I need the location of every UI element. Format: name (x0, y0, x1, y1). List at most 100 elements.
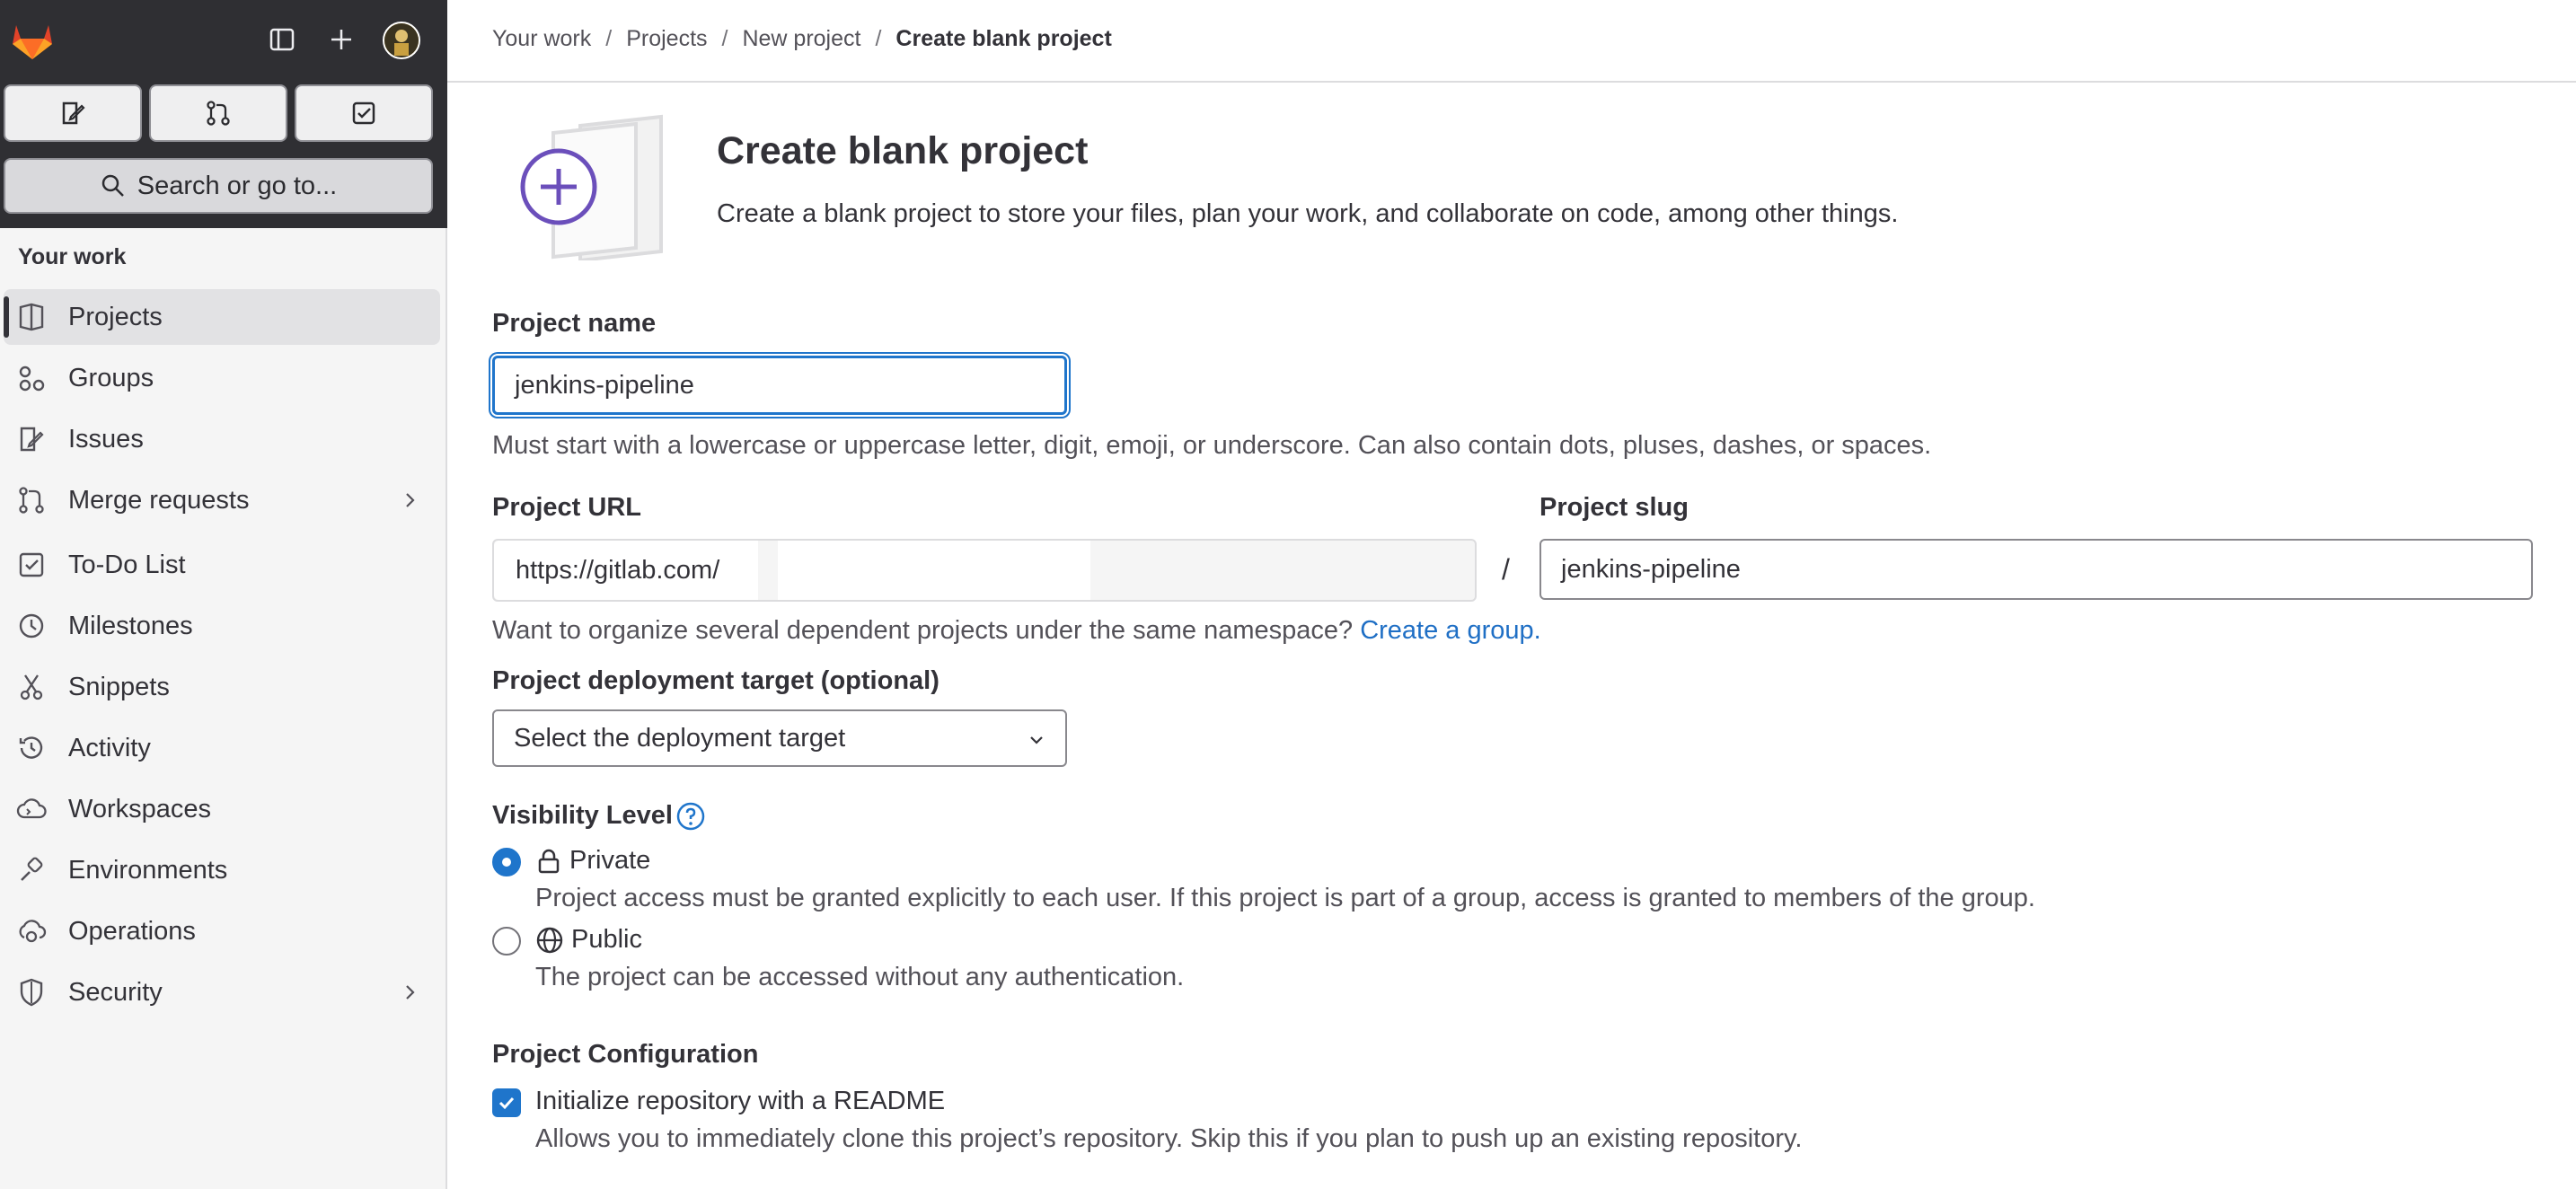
visibility-private-description: Project access must be granted explicitl… (535, 884, 2035, 912)
blank-project-illustration-icon (520, 114, 663, 260)
breadcrumb-separator: / (605, 26, 613, 51)
sidebar-item-label: Snippets (68, 672, 170, 701)
merge-request-icon (19, 487, 44, 514)
project-slug-input[interactable]: jenkins-pipeline (1539, 539, 2533, 600)
avatar-image-icon (384, 23, 419, 57)
todo-done-icon (19, 552, 44, 577)
initialize-readme-label[interactable]: Initialize repository with a README (535, 1087, 945, 1116)
breadcrumb-create-blank-project[interactable]: Create blank project (895, 26, 1111, 52)
sidebar-item-milestones[interactable]: Milestones (4, 598, 440, 654)
sidebar-item-security[interactable]: Security (4, 964, 440, 1020)
sidebar-item-operations[interactable]: Operations (4, 903, 440, 959)
search-button[interactable]: Search or go to... (4, 158, 433, 214)
initialize-readme-description: Allows you to immediately clone this pro… (535, 1124, 1803, 1153)
gitlab-logo-icon[interactable] (7, 14, 57, 65)
scissors-icon (20, 674, 43, 700)
sidebar: Search or go to... Your work Projects Gr… (0, 0, 447, 1189)
chevron-right-icon (406, 493, 415, 507)
cloud-terminal-icon (16, 798, 47, 819)
chevron-right-icon (406, 985, 415, 1000)
visibility-private-radio[interactable] (492, 848, 521, 876)
sidebar-item-label: Merge requests (68, 485, 250, 515)
breadcrumb-projects[interactable]: Projects (626, 26, 707, 52)
project-url-label: Project URL (492, 493, 641, 522)
sidebar-item-label: Operations (68, 916, 196, 946)
visibility-private-label: Private (569, 846, 651, 875)
group-icon (19, 366, 45, 392)
project-slug-label: Project slug (1539, 493, 1689, 522)
page-description: Create a blank project to store your fil… (717, 199, 1899, 228)
project-icon (19, 303, 44, 331)
clock-icon (19, 613, 44, 639)
section-label-your-work: Your work (18, 244, 127, 269)
search-icon (101, 174, 124, 197)
sidebar-item-label: Groups (68, 363, 154, 392)
sidebar-item-workspaces[interactable]: Workspaces (4, 781, 440, 837)
breadcrumb: Your work / Projects / New project / Cre… (492, 26, 1112, 52)
earth-icon (536, 927, 563, 953)
create-new-button[interactable] (320, 18, 363, 61)
todo-shortcut-button[interactable] (295, 84, 433, 142)
create-group-link[interactable]: Create a group. (1360, 616, 1541, 645)
sidebar-item-label: Projects (68, 302, 163, 331)
sidebar-item-label: Activity (68, 733, 151, 762)
breadcrumb-separator: / (721, 26, 728, 51)
toggle-sidebar-button[interactable] (260, 18, 304, 61)
project-name-label: Project name (492, 309, 657, 338)
sidebar-item-label: Environments (68, 855, 228, 885)
sidebar-item-label: To-Do List (68, 550, 186, 579)
visibility-public-label: Public (571, 925, 642, 954)
sidebar-item-label: Milestones (68, 611, 193, 640)
sidebar-item-label: Issues (68, 424, 144, 454)
deployment-target-label: Project deployment target (optional) (492, 666, 940, 695)
sidebar-item-merge-requests[interactable]: Merge requests (4, 472, 440, 528)
namespace-selector[interactable] (778, 541, 1090, 600)
lock-icon (538, 849, 560, 873)
sidebar-header: Search or go to... (0, 0, 447, 228)
sidebar-item-projects[interactable]: Projects (4, 289, 440, 345)
deployment-target-value: Select the deployment target (514, 723, 846, 753)
issues-shortcut-button[interactable] (4, 84, 142, 142)
environment-icon (21, 857, 43, 881)
sidebar-item-label: Workspaces (68, 794, 212, 823)
namespace-help: Want to organize several dependent proje… (492, 616, 1541, 646)
breadcrumb-your-work[interactable]: Your work (492, 26, 591, 52)
user-avatar[interactable] (383, 22, 420, 59)
deployments-icon (19, 920, 47, 943)
top-bar: Your work / Projects / New project / Cre… (447, 0, 2576, 83)
visibility-public-radio[interactable] (492, 927, 521, 956)
deployment-target-select[interactable]: Select the deployment target (492, 709, 1067, 767)
page-title: Create blank project (717, 129, 1089, 172)
visibility-level-label: Visibility Level (492, 801, 673, 830)
visibility-public-description: The project can be accessed without any … (535, 963, 1185, 991)
project-name-help: Must start with a lowercase or uppercase… (492, 431, 1932, 460)
project-name-input[interactable]: jenkins-pipeline (492, 356, 1067, 415)
merge-request-icon (207, 101, 230, 126)
initialize-readme-checkbox[interactable] (492, 1088, 521, 1117)
sidebar-item-groups[interactable]: Groups (4, 350, 440, 406)
search-label: Search or go to... (137, 171, 338, 200)
sidebar-item-snippets[interactable]: Snippets (4, 659, 440, 715)
checkmark-icon (498, 1097, 515, 1110)
sidebar-item-environments[interactable]: Environments (4, 842, 440, 898)
namespace-help-text: Want to organize several dependent proje… (492, 616, 1354, 645)
breadcrumb-new-project[interactable]: New project (742, 26, 860, 52)
url-slash: / (1502, 553, 1510, 586)
project-url-prefix: https://gitlab.com/ (494, 541, 758, 600)
sidebar-item-label: Security (68, 977, 163, 1007)
merge-requests-shortcut-button[interactable] (149, 84, 287, 142)
breadcrumb-separator: / (875, 26, 882, 51)
plus-icon (331, 30, 351, 49)
sidebar-item-activity[interactable]: Activity (4, 720, 440, 776)
issues-icon (20, 427, 44, 452)
todo-done-icon (352, 101, 375, 125)
sidebar-toggle-icon (269, 28, 295, 51)
history-icon (19, 736, 43, 759)
question-icon[interactable] (675, 801, 706, 832)
visibility-private-option[interactable]: Private (535, 846, 650, 876)
sidebar-item-issues[interactable]: Issues (4, 411, 440, 467)
sidebar-item-todo-list[interactable]: To-Do List (4, 537, 440, 593)
shield-icon (20, 978, 43, 1007)
visibility-public-option[interactable]: Public (535, 925, 642, 955)
project-url-field[interactable]: https://gitlab.com/ (492, 539, 1477, 602)
